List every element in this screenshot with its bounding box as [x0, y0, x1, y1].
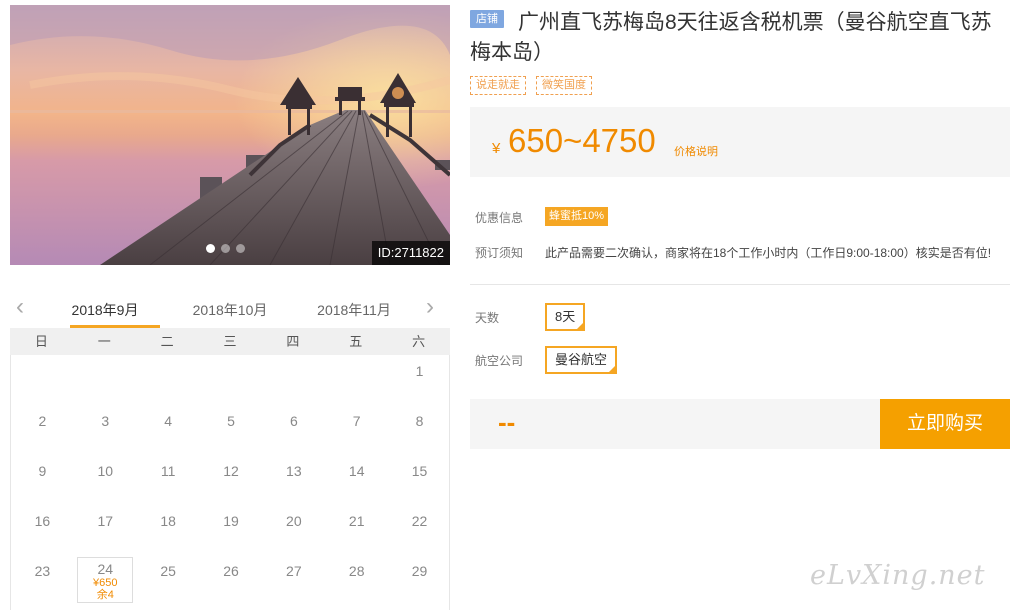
slide-dot[interactable] — [206, 244, 215, 253]
slide-dot[interactable] — [221, 244, 230, 253]
day-remaining: 余4 — [96, 589, 114, 601]
promo-label: 优惠信息 — [475, 211, 524, 225]
calendar-day[interactable]: 28 — [326, 563, 388, 579]
weekday-label: 四 — [286, 334, 300, 349]
month-tab-sep[interactable]: 2018年9月 — [60, 300, 150, 320]
calendar-day[interactable]: 29 — [389, 563, 451, 579]
month-tab-oct[interactable]: 2018年10月 — [185, 300, 275, 320]
weekday-label: 二 — [160, 334, 174, 349]
calendar-day[interactable]: 23 — [11, 563, 73, 579]
currency-symbol: ¥ — [492, 140, 501, 157]
feature-tags: 说走就走 微笑国度 — [470, 76, 592, 95]
airline-label: 航空公司 — [475, 354, 524, 368]
days-label: 天数 — [475, 311, 500, 325]
divider — [470, 284, 1010, 285]
calendar-day[interactable]: 5 — [200, 413, 262, 429]
calendar-day[interactable]: 4 — [137, 413, 199, 429]
chevron-right-icon[interactable]: › — [426, 295, 442, 319]
weekday-label: 三 — [223, 334, 237, 349]
calendar-day[interactable]: 9 — [11, 463, 73, 479]
calendar-day[interactable]: 13 — [263, 463, 325, 479]
price-explanation-link[interactable]: 价格说明 — [674, 143, 718, 159]
calendar-day[interactable]: 1 — [389, 363, 451, 379]
shop-tag[interactable]: 店铺 — [470, 10, 504, 28]
total-price-bar: -- — [470, 399, 880, 449]
feature-tag[interactable]: 说走就走 — [470, 76, 526, 95]
buy-now-button[interactable]: 立即购买 — [880, 399, 1010, 449]
calendar-day[interactable]: 22 — [389, 513, 451, 529]
calendar-day[interactable]: 10 — [74, 463, 136, 479]
calendar-day[interactable]: 8 — [389, 413, 451, 429]
weekday-label: 日 — [34, 334, 48, 349]
notice-label: 预订须知 — [475, 246, 524, 260]
calendar-day[interactable]: 2 — [11, 413, 73, 429]
calendar-day[interactable]: 11 — [137, 463, 199, 479]
promo-badge: 蜂蜜抵10% — [545, 207, 609, 226]
weekday-label: 一 — [97, 334, 111, 349]
weekday-header: 日 一 二 三 四 五 六 — [10, 328, 450, 355]
calendar-day[interactable]: 25 — [137, 563, 199, 579]
photo-id-label: ID:2711822 — [371, 241, 450, 265]
day-number: 24 — [97, 561, 114, 577]
slide-dots — [206, 244, 245, 253]
airline-option-selected[interactable]: 曼谷航空 — [545, 346, 618, 374]
calendar-day[interactable]: 27 — [263, 563, 325, 579]
calendar-day[interactable]: 21 — [326, 513, 388, 529]
calendar-day[interactable]: 19 — [200, 513, 262, 529]
weekday-label: 六 — [412, 334, 426, 349]
feature-tag[interactable]: 微笑国度 — [536, 76, 592, 95]
calendar-month-nav: ‹ 2018年9月 2018年10月 2018年11月 › — [10, 290, 450, 328]
product-photo[interactable]: ID:2711822 — [10, 5, 450, 265]
calendar-day[interactable]: 3 — [74, 413, 136, 429]
calendar-day[interactable]: 18 — [137, 513, 199, 529]
calendar-day[interactable]: 17 — [74, 513, 136, 529]
chevron-left-icon[interactable]: ‹ — [16, 295, 32, 319]
calendar-day[interactable]: 15 — [389, 463, 451, 479]
calendar-day[interactable]: 6 — [263, 413, 325, 429]
price-range: 650~4750 — [508, 122, 656, 159]
day-price: ¥650 — [93, 577, 118, 589]
calendar-grid: 1 2 3 4 5 6 7 8 9 10 11 12 13 14 15 16 17 18 19 20 21 22 23 24 ¥… — [10, 355, 450, 610]
watermark: eLvXing.net — [810, 560, 986, 591]
weekday-label: 五 — [349, 334, 363, 349]
calendar-day[interactable]: 26 — [200, 563, 262, 579]
product-title: 广州直飞苏梅岛8天往返含税机票（曼谷航空直飞苏梅本岛） — [470, 11, 992, 64]
calendar-day[interactable]: 12 — [200, 463, 262, 479]
calendar-day[interactable]: 7 — [326, 413, 388, 429]
calendar-day[interactable]: 20 — [263, 513, 325, 529]
calendar-day[interactable]: 14 — [326, 463, 388, 479]
booking-notice: 此产品需要二次确认，商家将在18个工作小时内（工作日9:00-18:00）核实是… — [545, 246, 992, 260]
days-option-selected[interactable]: 8天 — [545, 303, 586, 331]
price-box: ¥ 650~4750 价格说明 — [470, 107, 1010, 177]
calendar-day-selected[interactable]: 24 ¥650 余4 — [77, 557, 134, 603]
month-tab-nov[interactable]: 2018年11月 — [309, 300, 399, 320]
calendar-day[interactable]: 16 — [11, 513, 73, 529]
slide-dot[interactable] — [236, 244, 245, 253]
total-price-value: -- — [498, 407, 516, 437]
pier-sunset-image — [10, 5, 450, 265]
